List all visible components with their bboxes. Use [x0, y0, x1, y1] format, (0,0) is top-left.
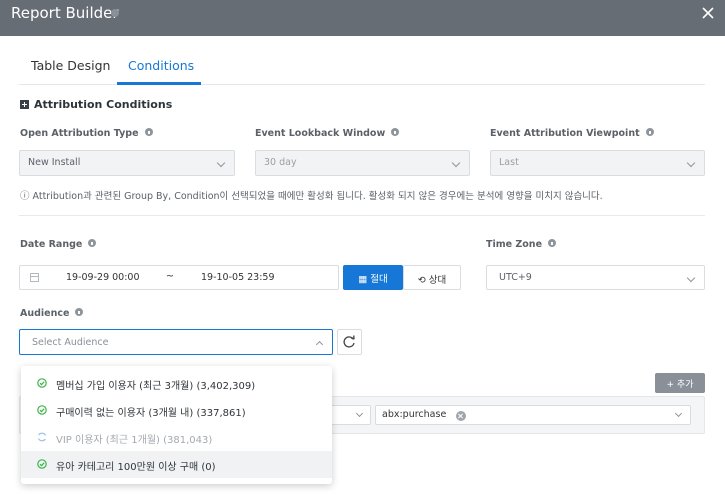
chevron-up-icon — [315, 340, 324, 349]
status-dot-icon — [111, 9, 119, 17]
info-icon — [645, 128, 654, 136]
open-attribution-type-label: Open Attribution Type — [20, 128, 153, 139]
event-attribution-viewpoint-select[interactable]: Last — [490, 150, 705, 176]
calendar-icon — [30, 273, 39, 282]
chevron-down-icon — [686, 273, 696, 283]
attribution-section-title[interactable]: Attribution Conditions — [20, 98, 172, 111]
condition-tag: abx:purchase — [382, 409, 447, 420]
audience-option[interactable]: 멤버십 가입 이용자 (최근 3개월) (3,402,309) — [21, 370, 332, 397]
audience-option[interactable]: 유아 카테고리 100만원 이상 구매 (0) — [21, 451, 332, 478]
date-range-picker[interactable]: 19-09-29 00:00 ~ 19-10-05 23:59 — [19, 265, 339, 290]
info-icon — [144, 128, 153, 136]
tab-bar: Table Design Conditions — [19, 49, 705, 85]
audience-option[interactable]: 구매이력 없는 이용자 (3개월 내) (337,861) — [21, 397, 332, 424]
chevron-down-icon — [216, 158, 226, 168]
date-separator: ~ — [166, 271, 174, 282]
audience-dropdown: 멤버십 가입 이용자 (최근 3개월) (3,402,309) 구매이력 없는 … — [21, 366, 332, 484]
attribution-note: ⓘ Attribution과 관련된 Group By, Condition이 … — [20, 191, 603, 202]
check-circle-icon — [37, 405, 47, 415]
date-range-label: Date Range — [20, 239, 97, 250]
date-end[interactable]: 19-10-05 23:59 — [201, 272, 275, 283]
open-attribution-type-select[interactable]: New Install — [19, 150, 235, 176]
chevron-down-icon — [674, 409, 683, 418]
chevron-down-icon — [686, 158, 696, 168]
chevron-down-icon — [451, 158, 461, 168]
refresh-audience-button[interactable] — [337, 329, 362, 355]
event-attribution-viewpoint-label: Event Attribution Viewpoint — [490, 128, 654, 139]
tab-conditions[interactable]: Conditions — [128, 58, 194, 73]
info-icon — [88, 239, 97, 247]
condition-operator-select[interactable] — [331, 405, 371, 425]
audience-select[interactable]: Select Audience — [19, 329, 333, 355]
condition-value-select[interactable]: abx:purchase — [375, 405, 691, 425]
absolute-date-button[interactable]: ▦ 절대 — [343, 265, 403, 290]
check-circle-icon — [37, 459, 47, 469]
event-lookback-window-select[interactable]: 30 day — [255, 150, 470, 176]
info-icon — [75, 308, 84, 316]
relative-time-icon: ⟲ — [417, 275, 429, 286]
date-start[interactable]: 19-09-29 00:00 — [66, 272, 140, 283]
time-zone-label: Time Zone — [486, 239, 557, 250]
active-tab-indicator — [117, 82, 201, 85]
loading-icon — [37, 432, 47, 442]
calendar-icon: ▦ — [358, 274, 371, 285]
info-icon — [548, 239, 557, 247]
event-lookback-window-label: Event Lookback Window — [255, 128, 400, 139]
title-bar: Report Builder — [0, 0, 725, 36]
relative-date-button[interactable]: ⟲ 상대 — [403, 265, 461, 290]
tab-table-design[interactable]: Table Design — [31, 58, 110, 73]
section-divider — [19, 215, 705, 216]
refresh-icon — [343, 335, 355, 348]
window-title: Report Builder — [11, 4, 119, 22]
audience-label: Audience — [20, 308, 84, 319]
add-condition-button[interactable]: + 추가 — [655, 373, 705, 393]
chevron-down-icon — [355, 409, 364, 418]
info-icon — [391, 128, 400, 136]
audience-option[interactable]: VIP 이용자 (최근 1개월) (381,043) — [21, 424, 332, 451]
collapse-icon[interactable] — [20, 100, 29, 109]
remove-tag-icon[interactable] — [456, 411, 466, 421]
close-icon[interactable] — [701, 6, 715, 20]
time-zone-select[interactable]: UTC+9 — [486, 265, 705, 290]
check-circle-icon — [37, 378, 47, 388]
